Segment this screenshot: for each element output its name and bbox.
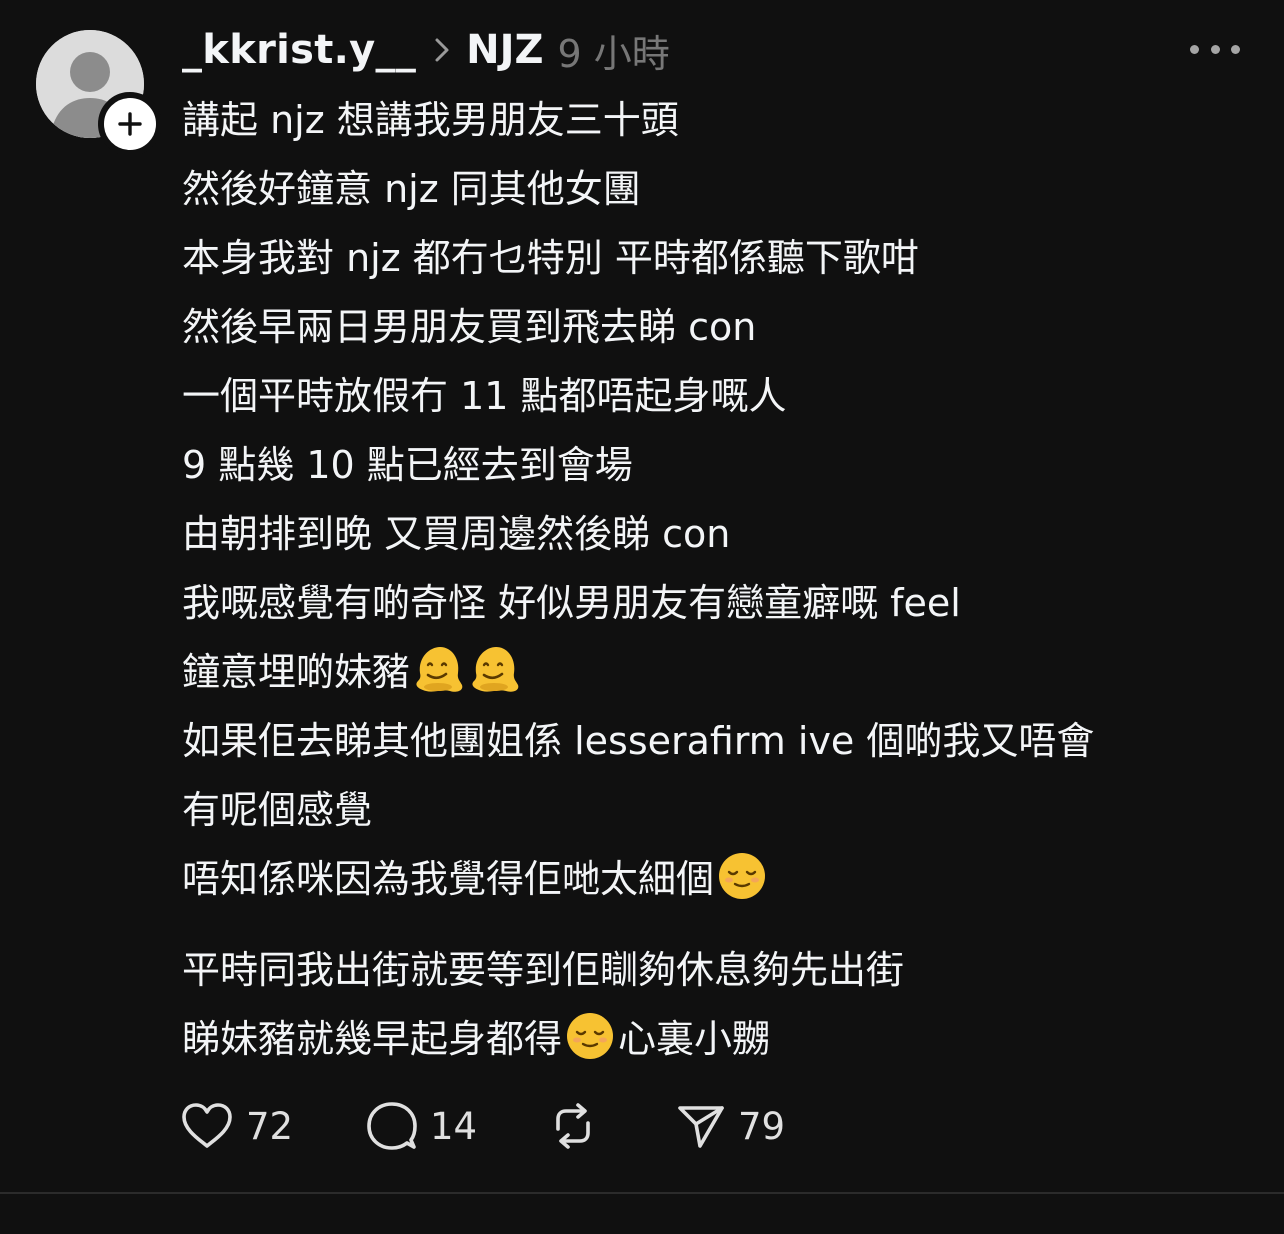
post-line-text: 心裏小嬲 [618,1017,771,1061]
melting-face-emoji [472,647,519,692]
post-line: 然後好鐘意 njz 同其他女團 [182,167,641,211]
heart-icon [182,1103,232,1148]
post-line: 由朝排到晚 又買周邊然後睇 con [182,512,731,556]
post-line-text: 唔知係咪因為我覺得佢哋太細個 [182,857,715,901]
more-options-button[interactable] [1190,34,1240,64]
follow-button[interactable] [98,92,162,156]
post-line-with-emoji: 唔知係咪因為我覺得佢哋太細個 [182,845,1242,914]
post-line: 一個平時放假冇 11 點都唔起身嘅人 [182,374,787,418]
post-body: 講起 njz 想講我男朋友三十頭 然後好鐘意 njz 同其他女團 本身我對 nj… [182,86,1242,1074]
post-line-with-emoji: 睇妹豬就幾早起身都得 心裏小嬲 [182,1005,1242,1074]
thread-post: _kkrist.y__ NJZ 9 小時 講起 njz 想講我男朋友三十頭 然後… [0,0,1284,1192]
post-timestamp: 9 小時 [557,31,670,76]
comment-icon [367,1102,417,1150]
post-line: 有呢個感覺 [182,788,373,832]
like-count: 72 [246,1104,294,1148]
comment-count: 14 [430,1104,478,1148]
post-line: 我嘅感覺有啲奇怪 好似男朋友有戀童癖嘅 feel [182,581,961,625]
share-count: 79 [738,1104,786,1148]
post-line: 如果佢去睇其他團姐係 lesserafirm ive 個啲我又唔會 [182,719,1095,763]
post-line: 本身我對 njz 都冇乜特別 平時都係聽下歌咁 [182,236,919,280]
send-icon [678,1106,724,1148]
post-line: 9 點幾 10 點已經去到會場 [182,443,633,487]
post-line: 然後早兩日男朋友買到飛去睇 con [182,305,757,349]
username-link[interactable]: _kkrist.y__ [182,27,416,73]
post-line-with-emoji: 鐘意埋啲妹豬 [182,638,1242,707]
repost-icon [556,1103,590,1149]
post-line: 講起 njz 想講我男朋友三十頭 [182,98,679,142]
community-link[interactable]: NJZ [466,27,543,73]
repost-button[interactable] [548,1101,676,1151]
post-header: _kkrist.y__ NJZ 9 小時 [182,22,670,78]
share-button[interactable]: 79 [676,1102,785,1150]
post-line-text: 鐘意埋啲妹豬 [182,650,411,694]
relieved-face-emoji [567,1013,614,1059]
comment-button[interactable]: 14 [366,1100,548,1152]
plus-icon [118,112,142,136]
relieved-face-emoji [719,853,766,899]
action-bar: 72 14 79 [180,1098,785,1154]
melting-face-emoji [416,647,463,692]
divider [0,1192,1284,1194]
post-line: 平時同我出街就要等到佢瞓夠休息夠先出街 [182,948,905,992]
chevron-right-icon [434,37,450,63]
avatar-container[interactable] [36,30,162,156]
post-line-text: 睇妹豬就幾早起身都得 [182,1017,563,1061]
more-horizontal-icon [1190,44,1199,54]
like-button[interactable]: 72 [180,1101,366,1151]
